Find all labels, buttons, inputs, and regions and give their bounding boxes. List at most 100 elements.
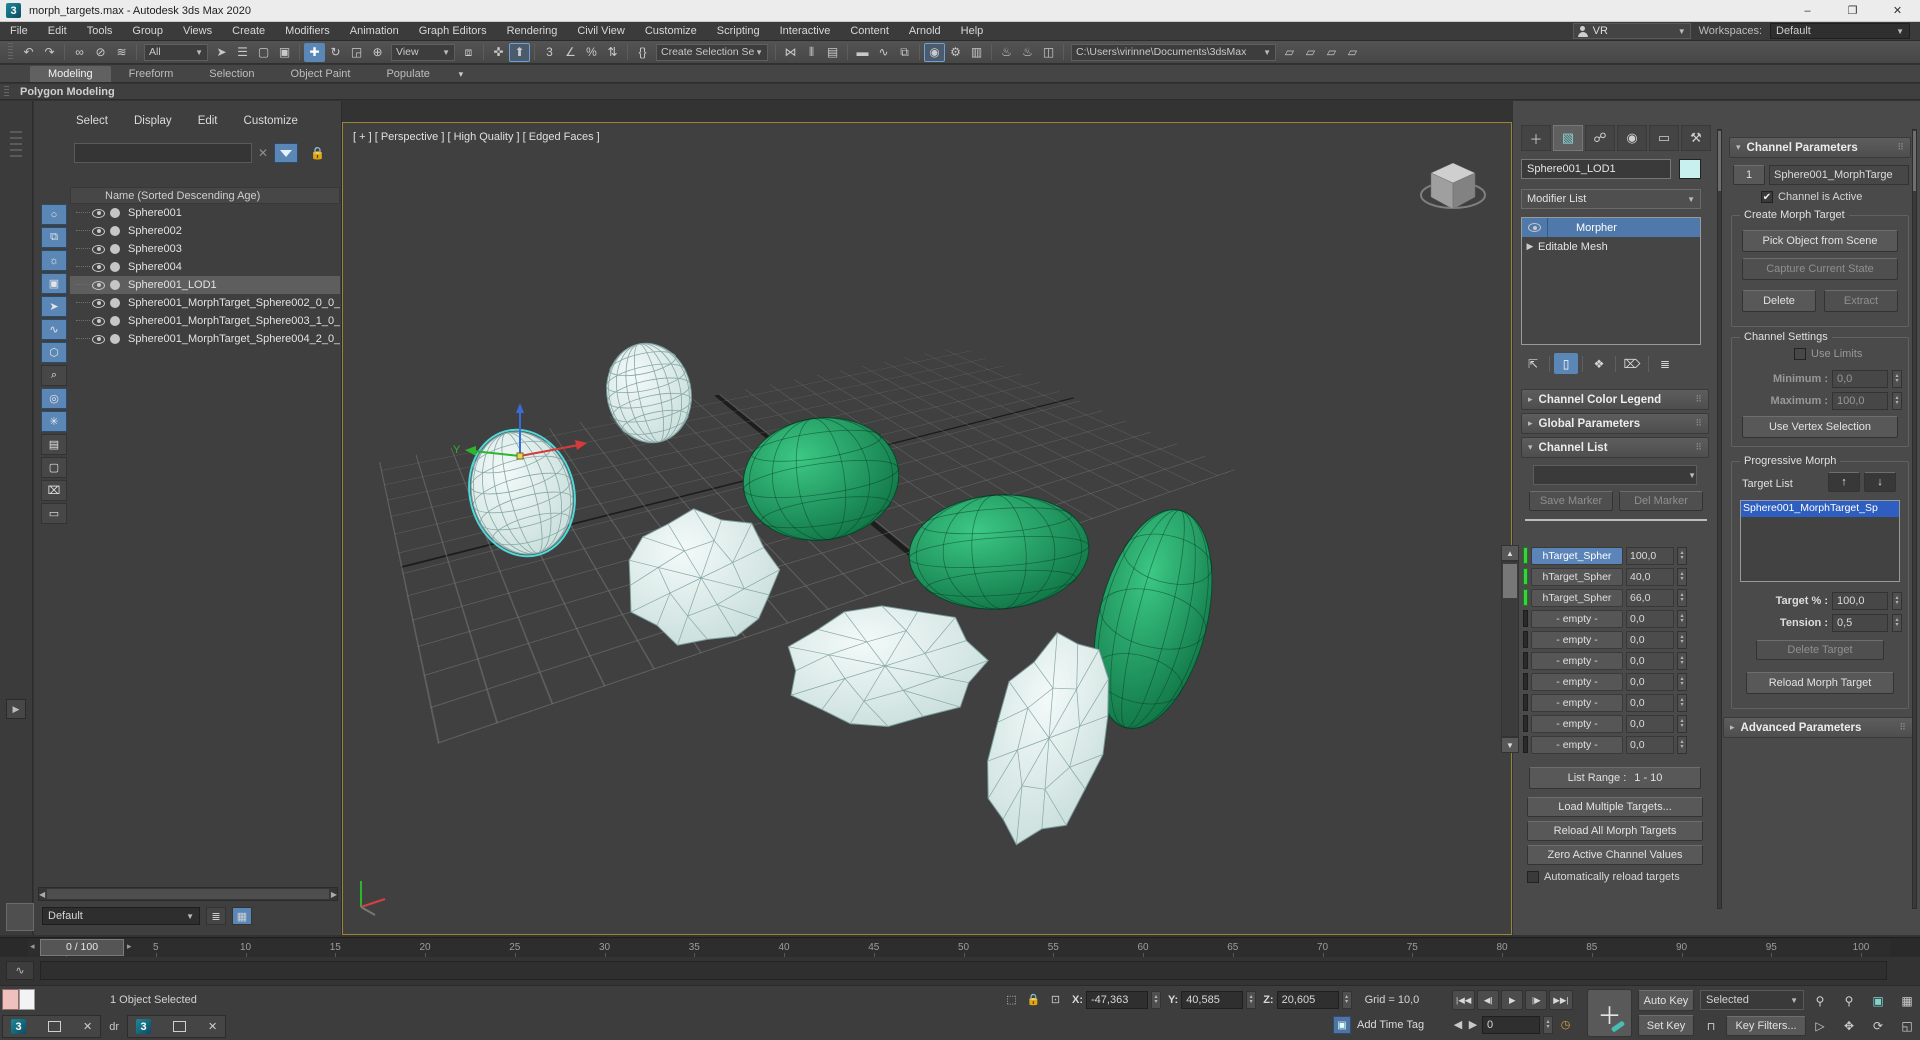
channel-value-field[interactable]: 0,0 xyxy=(1626,736,1674,754)
selection-region-icon[interactable]: ⬚ xyxy=(1002,990,1021,1009)
del-marker-button[interactable]: Del Marker xyxy=(1619,491,1703,511)
visibility-eye-icon[interactable] xyxy=(92,227,105,236)
play-icon[interactable]: ▶ xyxy=(1501,990,1523,1010)
table-row[interactable]: Sphere001_MorphTarget_Sphere002_0_0_L xyxy=(70,294,340,312)
menu-graph-editors[interactable]: Graph Editors xyxy=(409,22,497,41)
channel-value-field[interactable]: 0,0 xyxy=(1626,673,1674,691)
select-by-name-icon[interactable]: ☰ xyxy=(232,43,253,62)
layout-tab-arrow-button[interactable]: ▶ xyxy=(6,699,26,719)
folder-open-icon[interactable]: ▱ xyxy=(1300,43,1321,62)
display-helpers-icon[interactable]: ➤ xyxy=(41,296,67,317)
scrollbar-thumb[interactable] xyxy=(47,889,329,899)
folder-new-icon[interactable]: ▱ xyxy=(1279,43,1300,62)
select-and-place-icon[interactable]: ⊕ xyxy=(367,43,388,62)
configure-modifier-sets-icon[interactable]: ≣ xyxy=(1653,353,1677,374)
horizontal-scrollbar[interactable]: ◀ ▶ xyxy=(38,887,338,901)
maxscript-mini-listener-white[interactable] xyxy=(19,989,35,1010)
lock-icon[interactable]: 🔒 xyxy=(310,146,325,160)
project-folder-dropdown[interactable]: C:\Users\virinne\Documents\3dsMax▼ xyxy=(1071,44,1276,61)
zoom-extents-icon[interactable]: ▣ xyxy=(1866,990,1890,1011)
visibility-eye-icon[interactable] xyxy=(92,335,105,344)
display-xrefs-icon[interactable]: ⌕ xyxy=(41,365,67,386)
target-down-button[interactable]: ↓ xyxy=(1864,472,1896,492)
capture-current-state-button[interactable]: Capture Current State xyxy=(1742,258,1898,280)
table-row[interactable]: Sphere004 xyxy=(70,258,340,276)
ribbon-tab-selection[interactable]: Selection xyxy=(191,66,272,82)
edit-named-selections-icon[interactable]: {} xyxy=(632,43,653,62)
spinner-icon[interactable]: ▴▾ xyxy=(1677,736,1687,754)
display-bones-icon[interactable]: ✳ xyxy=(41,411,67,432)
display-shapes-icon[interactable]: ⧉ xyxy=(41,227,67,248)
spinner-icon[interactable]: ▴▾ xyxy=(1342,991,1352,1009)
channel-value-field[interactable]: 0,0 xyxy=(1626,652,1674,670)
time-slider-handle[interactable]: 0 / 100 xyxy=(40,939,124,956)
ribbon-tab-populate[interactable]: Populate xyxy=(368,66,447,82)
menu-group[interactable]: Group xyxy=(122,22,173,41)
target-list-box[interactable]: Sphere001_MorphTarget_Sp xyxy=(1740,500,1900,582)
menu-create[interactable]: Create xyxy=(222,22,275,41)
select-and-scale-icon[interactable]: ◲ xyxy=(346,43,367,62)
key-steps-icon[interactable]: ⊓ xyxy=(1700,1016,1722,1036)
display-materials-icon[interactable]: ◎ xyxy=(41,388,67,409)
rollout-channel-color-legend[interactable]: ▸ Channel Color Legend ⠿ xyxy=(1521,389,1709,410)
pan-icon[interactable]: ✥ xyxy=(1837,1015,1861,1036)
select-and-link-icon[interactable]: ∞ xyxy=(69,43,90,62)
use-pivot-center-icon[interactable]: ⧈ xyxy=(458,43,479,62)
select-and-rotate-icon[interactable]: ↻ xyxy=(325,43,346,62)
select-and-manipulate-icon[interactable]: ✜ xyxy=(488,43,509,62)
faceted-sphere-2[interactable] xyxy=(786,600,991,731)
key-filters-button[interactable]: Key Filters... xyxy=(1726,1016,1806,1036)
tab-hierarchy[interactable]: ☍ xyxy=(1585,125,1615,151)
percent-snap-icon[interactable]: % xyxy=(581,43,602,62)
ab-compare-icon[interactable]: ◫ xyxy=(1038,43,1059,62)
spinner-icon[interactable]: ▴▾ xyxy=(1892,370,1902,388)
rollout-global-parameters[interactable]: ▸ Global Parameters ⠿ xyxy=(1521,413,1709,434)
rectangular-selection-icon[interactable]: ▢ xyxy=(253,43,274,62)
display-geometry-icon[interactable]: ○ xyxy=(41,204,67,225)
modifier-list-dropdown[interactable]: Modifier List ▼ xyxy=(1521,189,1701,209)
key-selection-dropdown[interactable]: Selected ▼ xyxy=(1700,990,1804,1010)
add-time-tag-button[interactable]: Add Time Tag xyxy=(1357,1019,1424,1031)
time-forward-icon[interactable]: ▸ xyxy=(127,941,132,952)
folder-save-icon[interactable]: ▱ xyxy=(1321,43,1342,62)
object-name-field[interactable]: Sphere001_LOD1 xyxy=(1521,159,1671,179)
object-dot-icon[interactable] xyxy=(110,298,120,308)
visibility-eye-icon[interactable] xyxy=(92,245,105,254)
selection-filter-dropdown[interactable]: All▼ xyxy=(144,44,208,61)
object-dot-icon[interactable] xyxy=(110,334,120,344)
restore-icon[interactable] xyxy=(173,1021,186,1032)
visibility-eye-icon[interactable] xyxy=(92,263,105,272)
key-mode-toggle-icon[interactable]: ◷ xyxy=(1556,1015,1575,1034)
channel-name-button[interactable]: - empty - xyxy=(1531,715,1623,733)
modifier-stack-item[interactable]: Morpher xyxy=(1522,218,1700,237)
channel-name-button[interactable]: - empty - xyxy=(1531,652,1623,670)
auto-key-button[interactable]: Auto Key xyxy=(1638,990,1694,1011)
ribbon-tab-freeform[interactable]: Freeform xyxy=(111,66,192,82)
channel-name-button[interactable]: - empty - xyxy=(1531,631,1623,649)
time-back-icon[interactable]: ◂ xyxy=(30,941,35,952)
table-row[interactable]: Sphere003 xyxy=(70,240,340,258)
menu-edit[interactable]: Edit xyxy=(38,22,77,41)
ribbon-tab-object-paint[interactable]: Object Paint xyxy=(273,66,369,82)
green-sphere-1[interactable] xyxy=(735,408,906,551)
rollout-channel-list[interactable]: ▾ Channel List ⠿ xyxy=(1521,437,1709,458)
viewport-label[interactable]: [ + ] [ Perspective ] [ High Quality ] [… xyxy=(353,131,600,143)
timeline-ruler[interactable]: 0510152025303540455055606570758085909510… xyxy=(28,939,1890,957)
target-list-item[interactable]: Sphere001_MorphTarget_Sp xyxy=(1741,501,1899,517)
delete-button[interactable]: Delete xyxy=(1742,290,1816,312)
display-lights-icon[interactable]: ☼ xyxy=(41,250,67,271)
z-coordinate-field[interactable]: 20,605 xyxy=(1277,991,1339,1009)
delete-target-button[interactable]: Delete Target xyxy=(1756,640,1884,660)
make-unique-icon[interactable]: ❖ xyxy=(1587,353,1611,374)
ribbon-overflow-button[interactable]: ▾ xyxy=(448,67,474,82)
table-row[interactable]: Sphere001_LOD1 xyxy=(70,276,340,294)
menu-modifiers[interactable]: Modifiers xyxy=(275,22,340,41)
spinner-icon[interactable]: ▴▾ xyxy=(1677,673,1687,691)
zoom-extents-all-icon[interactable]: ▦ xyxy=(1895,990,1919,1011)
unlink-selection-icon[interactable]: ⊘ xyxy=(90,43,111,62)
visibility-eye-icon[interactable] xyxy=(92,299,105,308)
save-marker-button[interactable]: Save Marker xyxy=(1529,491,1613,511)
zoom-all-icon[interactable]: ⚲ xyxy=(1837,990,1861,1011)
channel-value-field[interactable]: 0,0 xyxy=(1626,694,1674,712)
maxscript-mini-listener-pink[interactable] xyxy=(2,989,19,1010)
